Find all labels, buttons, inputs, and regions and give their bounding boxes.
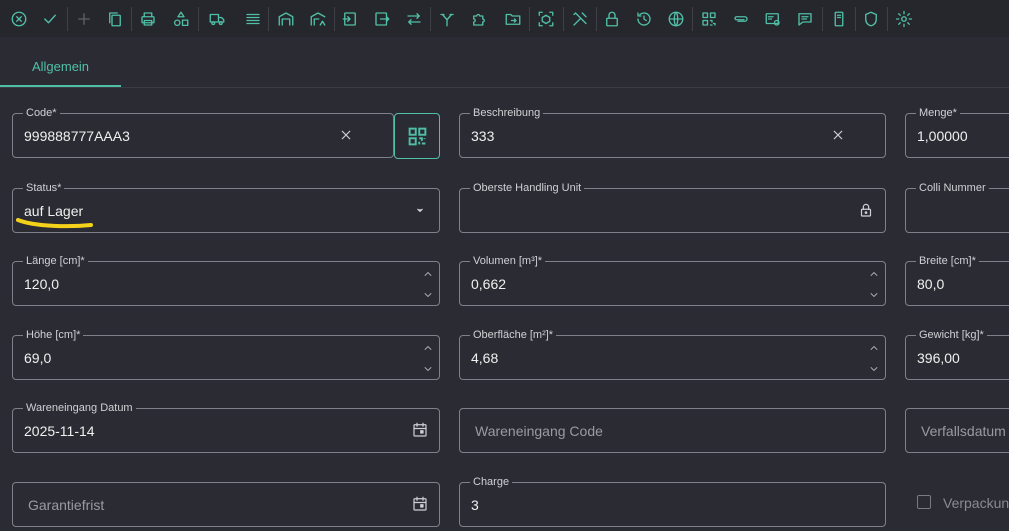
breite-field[interactable]: Breite [cm]* 80,0 [905,254,1009,306]
shapes-icon[interactable] [168,6,194,32]
verfallsdatum-field[interactable]: Verfallsdatum [905,408,1009,453]
laenge-field[interactable]: Länge [cm]* 120,0 [12,254,440,306]
gewicht-label: Gewicht [kg]* [916,328,987,342]
copy-icon[interactable] [102,6,128,32]
qrcode-icon [408,127,427,146]
verpackung-checkbox[interactable] [917,495,931,509]
gear-icon[interactable] [891,6,917,32]
volumen-field[interactable]: Volumen [m³]* 0,662 [459,254,886,306]
mobile-icon[interactable] [826,6,852,32]
card-link-icon[interactable] [760,6,786,32]
hoehe-field[interactable]: Höhe [cm]* 69,0 [12,328,440,380]
gewicht-field[interactable]: Gewicht [kg]* 396,00 [905,328,1009,380]
increment-icon[interactable] [867,341,881,353]
toolbar [0,0,1009,37]
charge-value[interactable]: 3 [471,497,479,513]
hoehe-value[interactable]: 69,0 [24,350,51,366]
verpackung-label: Verpackung [943,495,1009,511]
clear-icon[interactable] [829,126,847,144]
tab-allgemein[interactable]: Allgemein [0,50,121,87]
warehouse-route-icon[interactable] [305,6,331,32]
decrement-icon[interactable] [421,288,435,300]
qr-scan-button[interactable] [394,113,440,159]
we-datum-value[interactable]: 2025-11-14 [24,423,95,439]
list-icon[interactable] [240,6,266,32]
logout-icon[interactable] [369,6,395,32]
package-scan-icon[interactable] [533,6,559,32]
breite-label: Breite [cm]* [916,254,979,268]
warehouse-icon[interactable] [273,6,299,32]
dropdown-arrow-icon[interactable] [411,201,429,219]
garantiefrist-field[interactable]: Garantiefrist [12,482,440,527]
transfer-icon[interactable] [401,6,427,32]
increment-icon[interactable] [867,267,881,279]
truck-icon[interactable] [204,6,230,32]
calendar-icon[interactable] [411,421,429,439]
printer-icon[interactable] [135,6,161,32]
beschreibung-field[interactable]: Beschreibung 333 [459,106,886,158]
verfallsdatum-placeholder[interactable]: Verfallsdatum [921,423,1006,439]
comment-icon[interactable] [792,6,818,32]
oberste-hu-label: Oberste Handling Unit [470,181,585,195]
qrcode-icon[interactable] [696,6,722,32]
decrement-icon[interactable] [421,362,435,374]
volumen-value[interactable]: 0,662 [471,276,506,292]
cancel-icon[interactable] [6,6,32,32]
clear-icon[interactable] [337,126,355,144]
hoehe-label: Höhe [cm]* [23,328,84,342]
shield-icon[interactable] [858,6,884,32]
colli-field[interactable]: Colli Nummer [905,181,1009,233]
check-icon[interactable] [37,6,63,32]
decrement-icon[interactable] [867,288,881,300]
we-datum-label: Wareneingang Datum [23,401,136,415]
increment-icon[interactable] [421,341,435,353]
charge-field[interactable]: Charge 3 [459,475,886,527]
decrement-icon[interactable] [867,362,881,374]
oberflaeche-label: Oberfläche [m²]* [470,328,557,342]
plus-icon[interactable] [71,6,97,32]
we-code-placeholder[interactable]: Wareneingang Code [475,423,603,439]
oberflaeche-field[interactable]: Oberfläche [m²]* 4,68 [459,328,886,380]
breite-value[interactable]: 80,0 [917,276,944,292]
charge-label: Charge [470,475,513,489]
laenge-label: Länge [cm]* [23,254,88,268]
increment-icon[interactable] [421,267,435,279]
menge-field[interactable]: Menge* 1,00000 [905,106,1009,158]
oberste-hu-field[interactable]: Oberste Handling Unit [459,181,886,233]
beschreibung-value[interactable]: 333 [471,128,494,144]
history-icon[interactable] [631,6,657,32]
lock-icon [857,201,875,219]
garantiefrist-placeholder[interactable]: Garantiefrist [28,497,104,513]
folder-move-icon[interactable] [500,6,526,32]
oberflaeche-value[interactable]: 4,68 [471,350,498,366]
beschreibung-label: Beschreibung [470,106,544,120]
paperclip-icon[interactable] [728,6,754,32]
lock-icon[interactable] [599,6,625,32]
puzzle-icon[interactable] [466,6,492,32]
calendar-icon[interactable] [411,495,429,513]
login-icon[interactable] [337,6,363,32]
colli-label: Colli Nummer [916,181,989,195]
volumen-label: Volumen [m³]* [470,254,546,268]
menge-value[interactable]: 1,00000 [917,128,968,144]
gewicht-value[interactable]: 396,00 [917,350,960,366]
marker-highlight [16,218,93,229]
menge-label: Menge* [916,106,960,120]
laenge-value[interactable]: 120,0 [24,276,59,292]
we-code-field[interactable]: Wareneingang Code [459,408,886,453]
tools-icon[interactable] [567,6,593,32]
code-value[interactable]: 999888777AAA3 [24,128,130,144]
we-datum-field[interactable]: Wareneingang Datum 2025-11-14 [12,401,440,453]
merge-icon[interactable] [434,6,460,32]
globe-icon[interactable] [663,6,689,32]
tab-bar: Allgemein [0,50,1009,88]
code-label: Code* [23,106,60,120]
code-field[interactable]: Code* 999888777AAA3 [12,106,394,158]
status-label: Status* [23,181,65,195]
